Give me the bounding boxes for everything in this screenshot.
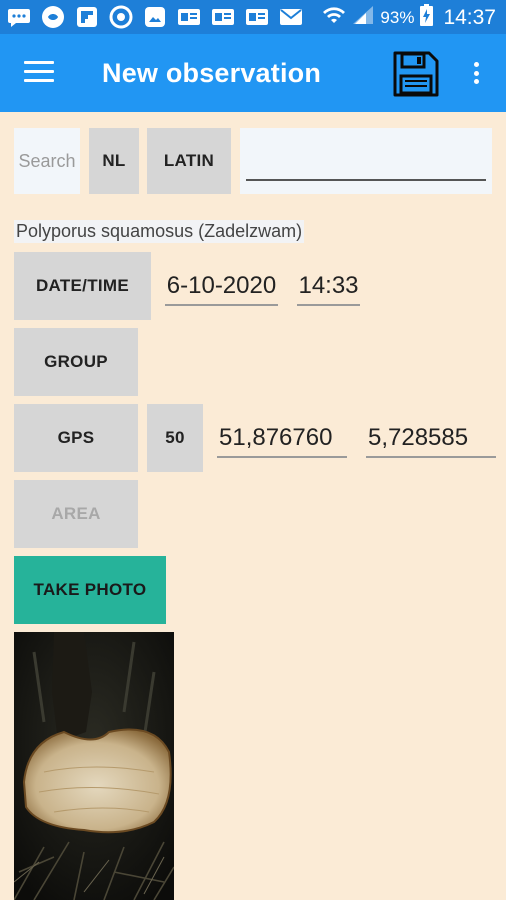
notification-icons: [6, 5, 304, 29]
latitude-field[interactable]: 51,876760: [217, 424, 347, 458]
overflow-menu-icon[interactable]: [466, 58, 486, 88]
menu-icon[interactable]: [24, 61, 54, 85]
app-circle-icon: [40, 5, 66, 29]
search-label[interactable]: Search: [14, 128, 80, 194]
group-button[interactable]: GROUP: [14, 328, 138, 396]
gallery-icon: [142, 5, 168, 29]
time-field[interactable]: 14:33: [297, 272, 360, 306]
gps-button[interactable]: GPS: [14, 404, 138, 472]
input-underline: [246, 179, 486, 181]
flipboard-icon: [74, 5, 100, 29]
news-icon: [244, 5, 270, 29]
observation-photo[interactable]: [14, 632, 174, 900]
system-status: 93% 14:37: [322, 4, 496, 32]
cell-signal-icon: [352, 5, 374, 31]
nl-button[interactable]: NL: [89, 128, 139, 194]
date-field[interactable]: 6-10-2020: [165, 272, 278, 306]
save-icon[interactable]: [392, 50, 440, 98]
battery-percent: 93%: [380, 8, 415, 27]
gps-accuracy-button[interactable]: 50: [147, 404, 203, 472]
chat-icon: [6, 5, 32, 29]
battery-charging-icon: [420, 4, 434, 32]
news-icon: [210, 5, 236, 29]
sync-icon: [108, 5, 134, 29]
mail-icon: [278, 5, 304, 29]
take-photo-button[interactable]: TAKE PHOTO: [14, 556, 166, 624]
status-bar: 93% 14:37: [0, 0, 506, 34]
clock: 14:37: [443, 6, 496, 29]
wifi-icon: [322, 5, 346, 31]
longitude-field[interactable]: 5,728585: [366, 424, 496, 458]
area-button[interactable]: AREA: [14, 480, 138, 548]
species-name-input[interactable]: [240, 128, 492, 194]
latin-button[interactable]: LATIN: [147, 128, 231, 194]
app-bar: New observation: [0, 34, 506, 112]
page-title: New observation: [102, 58, 322, 88]
datetime-button[interactable]: DATE/TIME: [14, 252, 151, 320]
news-icon: [176, 5, 202, 29]
selected-species: Polyporus squamosus (Zadelzwam): [14, 220, 305, 243]
